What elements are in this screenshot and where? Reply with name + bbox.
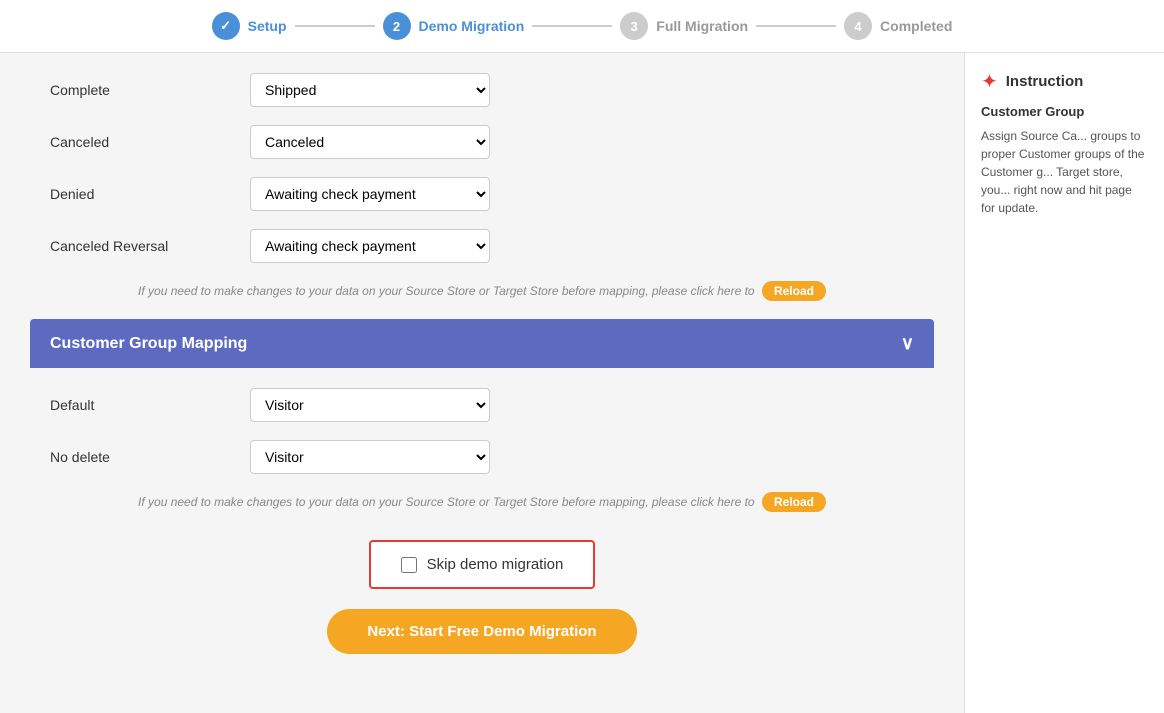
chevron-down-icon: ∨ [901, 333, 914, 354]
skip-area-wrapper: Skip demo migration [30, 530, 934, 589]
customer-reload-button[interactable]: Reload [762, 492, 826, 512]
step-label-setup: Setup [248, 18, 287, 34]
select-canceled-reversal[interactable]: Shipped Canceled Awaiting check payment … [250, 229, 490, 263]
sidebar-title-row: ✦ Instruction [981, 69, 1148, 94]
select-canceled[interactable]: Shipped Canceled Awaiting check payment … [250, 125, 490, 159]
step-completed: 4 Completed [844, 12, 952, 40]
form-row-denied: Denied Shipped Canceled Awaiting check p… [30, 177, 934, 211]
step-connector-1 [295, 25, 375, 27]
form-row-complete: Complete Shipped Canceled Awaiting check… [30, 73, 934, 107]
select-denied[interactable]: Shipped Canceled Awaiting check payment … [250, 177, 490, 211]
form-row-default: Default Visitor Guest General [30, 388, 934, 422]
skip-label[interactable]: Skip demo migration [427, 556, 564, 573]
step-full: 3 Full Migration [620, 12, 748, 40]
step-circle-setup: ✓ [212, 12, 240, 40]
stepper-bar: ✓ Setup 2 Demo Migration 3 Full Migratio… [0, 0, 1164, 53]
step-label-demo: Demo Migration [419, 18, 525, 34]
customer-info-text: If you need to make changes to your data… [30, 492, 934, 512]
customer-group-header[interactable]: Customer Group Mapping ∨ [30, 319, 934, 368]
step-label-completed: Completed [880, 18, 952, 34]
step-connector-2 [532, 25, 612, 27]
step-label-full: Full Migration [656, 18, 748, 34]
sidebar-section-title: Customer Group [981, 104, 1148, 119]
form-row-canceled-reversal: Canceled Reversal Shipped Canceled Await… [30, 229, 934, 263]
step-circle-demo: 2 [383, 12, 411, 40]
step-circle-full: 3 [620, 12, 648, 40]
step-demo: 2 Demo Migration [383, 12, 525, 40]
label-no-delete: No delete [50, 449, 250, 465]
sidebar-text: Assign Source Ca... groups to proper Cus… [981, 127, 1148, 217]
select-complete[interactable]: Shipped Canceled Awaiting check payment … [250, 73, 490, 107]
select-default[interactable]: Visitor Guest General [250, 388, 490, 422]
step-connector-3 [756, 25, 836, 27]
content-area: Complete Shipped Canceled Awaiting check… [0, 53, 964, 713]
label-default: Default [50, 397, 250, 413]
form-row-canceled: Canceled Shipped Canceled Awaiting check… [30, 125, 934, 159]
customer-group-title: Customer Group Mapping [50, 335, 247, 353]
order-reload-button[interactable]: Reload [762, 281, 826, 301]
select-no-delete[interactable]: Visitor Guest General [250, 440, 490, 474]
sidebar: ✦ Instruction Customer Group Assign Sour… [964, 53, 1164, 713]
skip-area: Skip demo migration [369, 540, 596, 589]
sidebar-title: Instruction [1006, 73, 1084, 90]
form-row-no-delete: No delete Visitor Guest General [30, 440, 934, 474]
step-circle-completed: 4 [844, 12, 872, 40]
label-canceled-reversal: Canceled Reversal [50, 238, 250, 254]
next-btn-wrapper: Next: Start Free Demo Migration [30, 609, 934, 654]
order-info-text: If you need to make changes to your data… [30, 281, 934, 301]
label-complete: Complete [50, 82, 250, 98]
skip-checkbox[interactable] [401, 557, 417, 573]
next-button[interactable]: Next: Start Free Demo Migration [327, 609, 636, 654]
step-setup: ✓ Setup [212, 12, 287, 40]
label-denied: Denied [50, 186, 250, 202]
instruction-icon: ✦ [981, 69, 998, 94]
label-canceled: Canceled [50, 134, 250, 150]
